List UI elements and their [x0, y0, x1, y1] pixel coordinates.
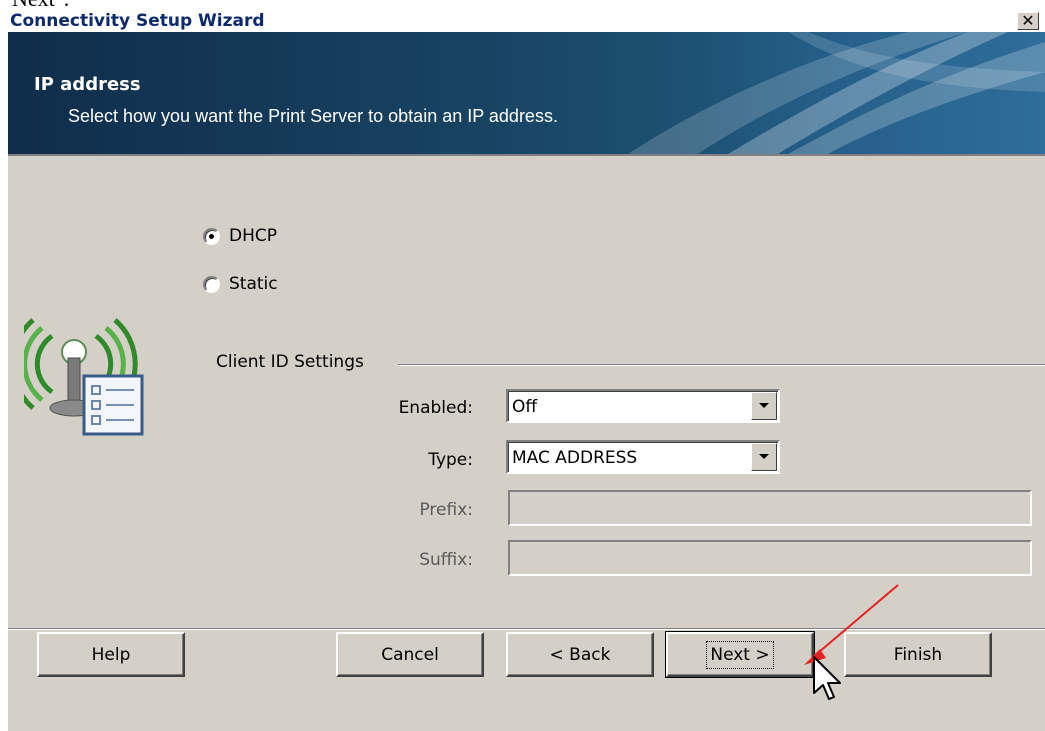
mouse-pointer-icon: [813, 656, 841, 700]
red-arrow-annotation: [804, 584, 899, 665]
